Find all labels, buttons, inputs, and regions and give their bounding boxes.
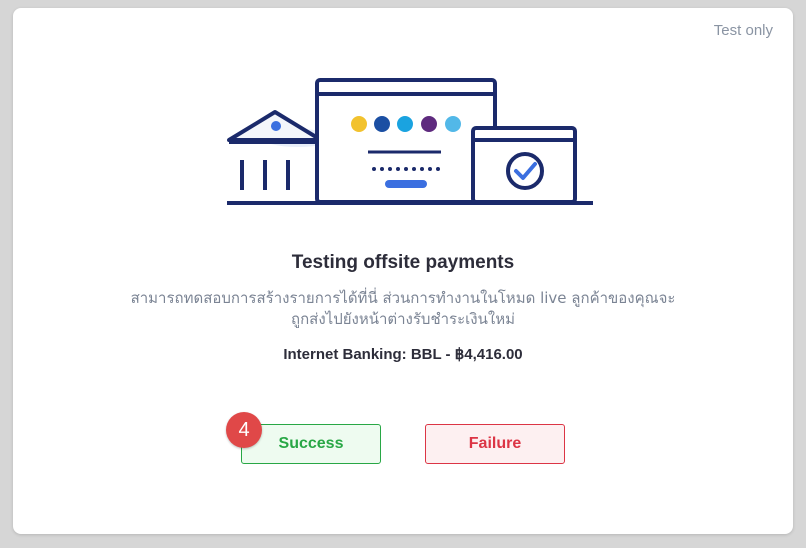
description-line-2: ถูกส่งไปยังหน้าต่างรับชำระเงินใหม่ <box>291 310 515 328</box>
description-text: สามารถทดสอบการสร้างรายการได้ที่นี่ ส่วนก… <box>103 288 703 330</box>
success-button[interactable]: Success <box>241 424 381 464</box>
offsite-payment-card: Test only Testing offsite payments สามาร… <box>13 8 793 534</box>
browser-window-icon <box>315 78 497 204</box>
description-line-1: สามารถทดสอบการสร้างรายการได้ที่นี่ ส่วนก… <box>130 289 676 307</box>
step-marker-badge: 4 <box>226 412 262 448</box>
page-title: Testing offsite payments <box>291 252 515 273</box>
payment-summary: Internet Banking: BBL - ฿4,416.00 <box>283 346 523 363</box>
payment-illustration <box>227 78 593 205</box>
check-circle-icon <box>471 126 577 204</box>
failure-button[interactable]: Failure <box>425 424 565 464</box>
test-only-badge: Test only <box>713 22 773 39</box>
